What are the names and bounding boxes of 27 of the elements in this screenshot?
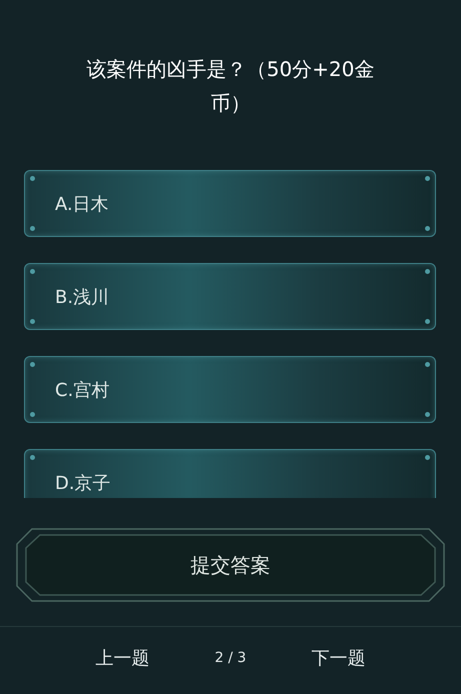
rivet-icon (425, 226, 430, 231)
rivet-icon (30, 362, 35, 367)
submit-button[interactable]: 提交答案 (16, 528, 445, 602)
rivet-icon (425, 319, 430, 324)
rivet-icon (30, 412, 35, 417)
rivet-icon (30, 319, 35, 324)
rivet-icon (425, 412, 430, 417)
answer-option[interactable]: A.日木 (24, 170, 436, 237)
next-button[interactable]: 下一题 (305, 642, 372, 674)
option-label: A.日木 (55, 192, 109, 216)
option-label: D.京子 (55, 472, 111, 494)
previous-button[interactable]: 上一题 (90, 642, 156, 674)
rivet-icon (30, 455, 35, 460)
question-text: 该案件的凶手是？（50分+20金币） (86, 56, 376, 117)
page-indicator: 2 / 3 (214, 650, 246, 666)
rivet-icon (30, 176, 35, 181)
option-label: C.宫村 (55, 378, 110, 402)
option-label: B.浅川 (55, 286, 110, 308)
answer-option[interactable]: C.宫村 (24, 356, 436, 423)
rivet-icon (30, 269, 35, 274)
rivet-icon (425, 269, 430, 274)
answer-option[interactable]: D.京子 (24, 449, 436, 498)
rivet-icon (30, 226, 35, 231)
rivet-icon (425, 176, 430, 181)
rivet-icon (425, 362, 430, 367)
answer-option[interactable]: B.浅川 (24, 263, 436, 330)
rivet-icon (425, 455, 430, 460)
